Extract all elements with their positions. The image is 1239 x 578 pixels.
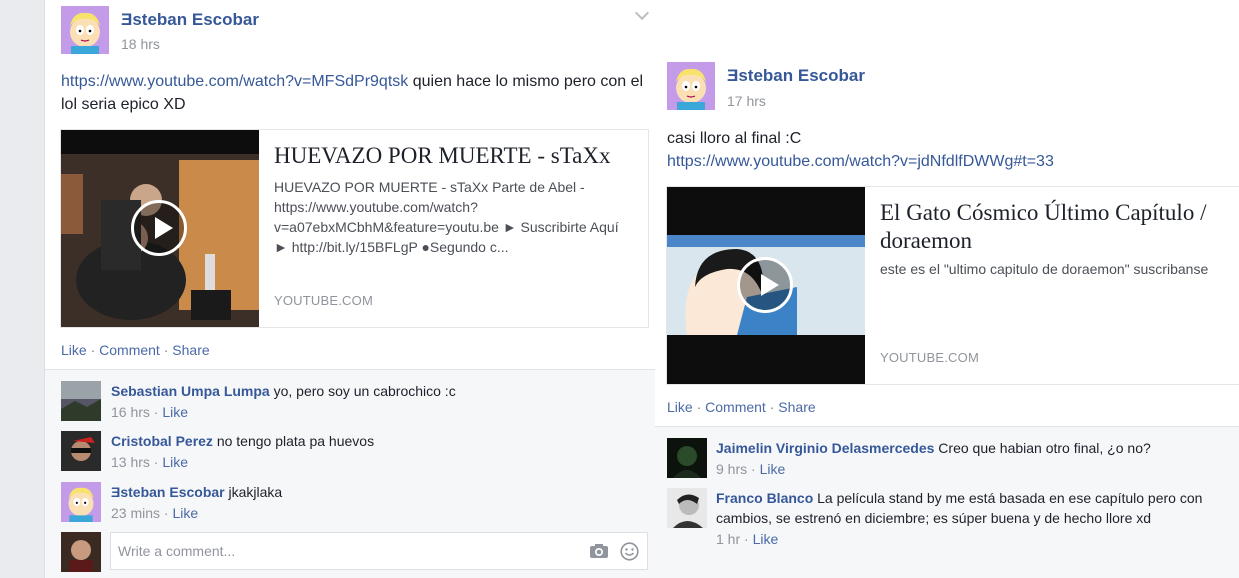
comment-author[interactable]: Franco Blanco xyxy=(716,490,813,506)
comment-like-button[interactable]: Like xyxy=(162,454,188,470)
comment-text: Jaimelin Virginio Delasmercedes Creo que… xyxy=(716,438,1226,458)
separator: · xyxy=(90,342,96,358)
comment-time[interactable]: 1 hr xyxy=(716,531,740,547)
link-preview-card[interactable]: HUEVAZO POR MUERTE - sTaXx HUEVAZO POR M… xyxy=(60,129,649,328)
like-button[interactable]: Like xyxy=(61,342,87,358)
post-timestamp[interactable]: 17 hrs xyxy=(727,93,766,109)
card-source: YOUTUBE.COM xyxy=(274,293,373,308)
like-button[interactable]: Like xyxy=(667,399,693,415)
separator: · xyxy=(696,399,702,415)
share-button[interactable]: Share xyxy=(778,399,815,415)
comment-meta: 16 hrs · Like xyxy=(111,404,189,420)
comment-meta: 1 hr · Like xyxy=(716,531,779,547)
comments-section: Sebastian Umpa Lumpa yo, pero soy un cab… xyxy=(45,369,656,578)
comments-section: Jaimelin Virginio Delasmercedes Creo que… xyxy=(655,426,1239,578)
comment-time[interactable]: 13 hrs xyxy=(111,454,150,470)
comment-input-placeholder: Write a comment... xyxy=(118,543,236,559)
comment-button[interactable]: Comment xyxy=(99,342,160,358)
comment-text: Ǝsteban Escobar jkakjlaka xyxy=(111,482,641,502)
card-description: HUEVAZO POR MUERTE - sTaXx Parte de Abel… xyxy=(274,179,619,255)
play-icon[interactable] xyxy=(737,257,793,313)
comment-text: Cristobal Perez no tengo plata pa huevos xyxy=(111,431,641,451)
post-link[interactable]: https://www.youtube.com/watch?v=MFSdPr9q… xyxy=(61,73,408,90)
comment-meta: 13 hrs · Like xyxy=(111,454,189,470)
card-title[interactable]: El Gato Cósmico Último Capítulo / doraem… xyxy=(880,199,1230,255)
chevron-down-icon[interactable] xyxy=(634,5,650,21)
comment-input[interactable]: Write a comment... xyxy=(110,532,648,570)
video-thumbnail[interactable] xyxy=(667,187,865,384)
page-gutter xyxy=(0,0,44,578)
comment-author[interactable]: Cristobal Perez xyxy=(111,433,213,449)
post-text-body: casi lloro al final :C xyxy=(667,130,802,147)
comment-like-button[interactable]: Like xyxy=(753,531,779,547)
author-name[interactable]: Ǝsteban Escobar xyxy=(121,10,259,30)
current-user-avatar xyxy=(61,532,101,572)
post-timestamp[interactable]: 18 hrs xyxy=(121,36,160,52)
comment-avatar[interactable] xyxy=(667,438,707,478)
post-text: https://www.youtube.com/watch?v=MFSdPr9q… xyxy=(61,70,653,116)
post-text: casi lloro al final :C https://www.youtu… xyxy=(667,127,1227,173)
comment-like-button[interactable]: Like xyxy=(760,461,786,477)
comment-avatar[interactable] xyxy=(61,431,101,471)
share-button[interactable]: Share xyxy=(172,342,209,358)
comment-meta: 9 hrs · Like xyxy=(716,461,786,477)
card-title[interactable]: HUEVAZO POR MUERTE - sTaXx xyxy=(274,142,634,170)
comment-avatar[interactable] xyxy=(667,488,707,528)
link-preview-card[interactable]: El Gato Cósmico Último Capítulo / doraem… xyxy=(666,186,1239,385)
comment-meta: 23 mins · Like xyxy=(111,505,199,521)
post-2: Ǝsteban Escobar 17 hrs casi lloro al fin… xyxy=(655,0,1239,578)
separator: · xyxy=(163,342,169,358)
separator: · xyxy=(769,399,775,415)
comment-time[interactable]: 9 hrs xyxy=(716,461,747,477)
card-source: YOUTUBE.COM xyxy=(880,350,979,365)
comment-like-button[interactable]: Like xyxy=(172,505,198,521)
post-actions: Like · Comment · Share xyxy=(61,342,210,358)
comment-text: Sebastian Umpa Lumpa yo, pero soy un cab… xyxy=(111,381,641,401)
comment-avatar[interactable] xyxy=(61,381,101,421)
author-avatar[interactable] xyxy=(61,6,109,54)
comment-author[interactable]: Ǝsteban Escobar xyxy=(111,484,225,500)
post-link[interactable]: https://www.youtube.com/watch?v=jdNfdlfD… xyxy=(667,150,1227,173)
comment-button[interactable]: Comment xyxy=(705,399,766,415)
play-icon[interactable] xyxy=(131,200,187,256)
comment-like-button[interactable]: Like xyxy=(162,404,188,420)
comment-text: Franco Blanco La película stand by me es… xyxy=(716,488,1226,528)
post-actions: Like · Comment · Share xyxy=(667,399,816,415)
comment-author[interactable]: Sebastian Umpa Lumpa xyxy=(111,383,270,399)
comment-time[interactable]: 16 hrs xyxy=(111,404,150,420)
comment-body: jkakjlaka xyxy=(228,484,283,500)
post-1: Ǝsteban Escobar 18 hrs https://www.youtu… xyxy=(44,0,657,578)
comment-avatar[interactable] xyxy=(61,482,101,522)
card-description: este es el "ultimo capitulo de doraemon"… xyxy=(880,261,1209,277)
camera-icon[interactable] xyxy=(589,543,609,559)
emoji-icon[interactable] xyxy=(620,542,639,561)
author-name[interactable]: Ǝsteban Escobar xyxy=(727,66,865,86)
comment-time[interactable]: 23 mins xyxy=(111,505,160,521)
author-avatar[interactable] xyxy=(667,62,715,110)
comment-body: no tengo plata pa huevos xyxy=(216,433,375,449)
comment-body: Creo que habian otro final, ¿o no? xyxy=(938,440,1151,456)
comment-body: yo, pero soy un cabrochico :c xyxy=(273,383,456,399)
video-thumbnail[interactable] xyxy=(61,130,259,327)
comment-author[interactable]: Jaimelin Virginio Delasmercedes xyxy=(716,440,934,456)
